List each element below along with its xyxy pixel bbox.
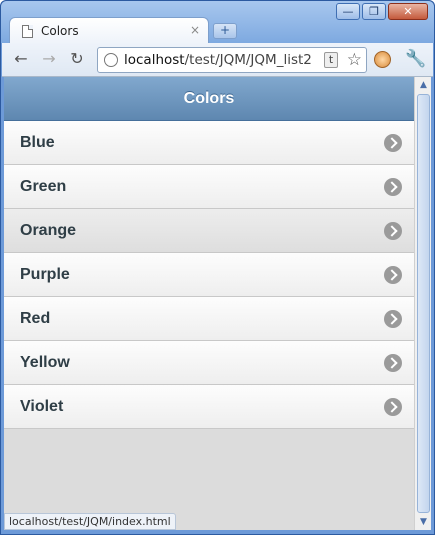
forward-arrow-icon[interactable]: → [40, 50, 58, 68]
list-item-violet[interactable]: Violet [4, 385, 414, 429]
list-item-label: Red [20, 309, 51, 327]
minimize-button[interactable]: — [336, 3, 360, 20]
list-item-purple[interactable]: Purple [4, 253, 414, 297]
scroll-down-icon[interactable]: ▼ [416, 514, 431, 530]
extension-badge-icon[interactable]: t [324, 52, 338, 68]
arrow-right-icon [384, 309, 402, 328]
back-arrow-icon[interactable]: ← [12, 50, 30, 68]
arrow-right-icon [384, 221, 402, 240]
colors-list: Blue Green Orange Purple Red Yellow Viol… [4, 121, 414, 429]
list-item-green[interactable]: Green [4, 165, 414, 209]
arrow-right-icon [384, 265, 402, 284]
bookmark-star-icon[interactable]: ☆ [347, 50, 362, 70]
window-controls: — ❐ ✕ [336, 3, 428, 20]
url-text: localhost/test/JQM/JQM_list2 [124, 52, 320, 68]
list-item-label: Violet [20, 397, 64, 415]
new-tab-button[interactable]: + [213, 23, 237, 39]
wrench-menu-icon[interactable]: 🔧 [405, 49, 426, 69]
maximize-button[interactable]: ❐ [362, 3, 386, 20]
page-header: Colors [4, 77, 414, 121]
scroll-up-icon[interactable]: ▲ [416, 77, 431, 93]
list-item-label: Purple [20, 265, 70, 283]
url-path: /test/JQM/JQM_list2 [184, 52, 312, 68]
tab-close-icon[interactable]: × [190, 23, 200, 37]
arrow-right-icon [384, 397, 402, 416]
page-icon [22, 24, 33, 38]
arrow-right-icon [384, 177, 402, 196]
browser-toolbar: ← → ↻ localhost/test/JQM/JQM_list2 t ☆ 🔧 [2, 43, 433, 77]
reload-icon[interactable]: ↻ [68, 50, 86, 68]
address-bar[interactable]: localhost/test/JQM/JQM_list2 t ☆ [97, 47, 367, 73]
tab-title: Colors [41, 24, 79, 38]
title-bar: — ❐ ✕ Colors × + [1, 1, 434, 44]
list-item-label: Yellow [20, 353, 70, 371]
url-host: localhost [124, 52, 185, 68]
list-item-red[interactable]: Red [4, 297, 414, 341]
arrow-right-icon [384, 133, 402, 152]
arrow-right-icon [384, 353, 402, 372]
close-window-button[interactable]: ✕ [388, 3, 428, 20]
status-bar: localhost/test/JQM/index.html [4, 513, 176, 530]
globe-icon [104, 53, 118, 67]
vertical-scrollbar[interactable]: ▲ ▼ [414, 77, 431, 530]
list-item-orange[interactable]: Orange [4, 209, 414, 253]
list-item-label: Blue [20, 133, 55, 151]
list-item-label: Green [20, 177, 67, 195]
list-item-yellow[interactable]: Yellow [4, 341, 414, 385]
tab-colors[interactable]: Colors × [9, 17, 209, 44]
list-item-blue[interactable]: Blue [4, 121, 414, 165]
list-item-label: Orange [20, 221, 77, 239]
page-viewport: Colors Blue Green Orange Purple Red Yell… [4, 77, 414, 530]
scrollbar-thumb[interactable] [417, 94, 430, 513]
extension-face-icon[interactable] [374, 51, 391, 68]
